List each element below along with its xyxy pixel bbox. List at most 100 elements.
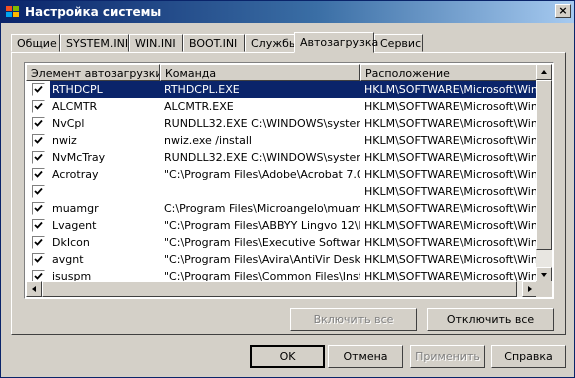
row-item: DkIcon — [52, 236, 90, 249]
close-button[interactable]: × — [555, 4, 571, 18]
row-location: HKLM\SOFTWARE\Microsoft\Windows — [364, 219, 552, 232]
check-icon — [34, 187, 43, 195]
checkbox[interactable] — [32, 219, 45, 232]
row-location: HKLM\SOFTWARE\Microsoft\Windows — [360, 81, 552, 98]
checkbox[interactable] — [32, 168, 45, 181]
table-row[interactable]: DkIcon "C:\Program Files\Executive Softw… — [26, 234, 552, 251]
row-command: "C:\Program Files\Adobe\Acrobat 7.0... — [164, 168, 360, 181]
row-location: HKLM\SOFTWARE\Microsoft\Windows — [364, 117, 552, 130]
check-icon — [34, 153, 43, 161]
system-config-window: Настройка системы × Общие SYSTEM.INI WIN… — [0, 0, 575, 378]
check-icon — [34, 238, 43, 246]
disable-all-button[interactable]: Отключить все — [427, 308, 554, 331]
checkbox[interactable] — [32, 134, 45, 147]
tab-general[interactable]: Общие — [11, 34, 60, 52]
help-button[interactable]: Справка — [491, 345, 566, 368]
table-row[interactable]: nwiz nwiz.exe /install HKLM\SOFTWARE\Mic… — [26, 132, 552, 149]
row-item: NvCpl — [52, 117, 85, 130]
column-header-item[interactable]: Элемент автозагрузки — [26, 64, 160, 81]
row-item: RTHDCPL — [50, 81, 160, 98]
horizontal-scroll-thumb[interactable] — [42, 281, 517, 297]
table-row[interactable]: Acrotray "C:\Program Files\Adobe\Acrobat… — [26, 166, 552, 183]
vertical-scroll-thumb[interactable] — [536, 80, 552, 250]
tab-startup[interactable]: Автозагрузка — [294, 32, 378, 53]
tab-tools[interactable]: Сервис — [374, 34, 423, 52]
row-item: Lvagent — [52, 219, 97, 232]
tab-services[interactable]: Службы — [245, 34, 298, 52]
checkbox[interactable] — [32, 253, 45, 266]
row-location: HKLM\SOFTWARE\Microsoft\Windows — [364, 168, 552, 181]
check-icon — [34, 85, 43, 93]
row-item: Acrotray — [52, 168, 99, 181]
table-row[interactable]: NvMcTray RUNDLL32.EXE C:\WINDOWS\system.… — [26, 149, 552, 166]
row-location: HKLM\SOFTWARE\Microsoft\Windows — [364, 236, 552, 249]
windows-logo-icon — [6, 6, 19, 17]
close-icon: × — [558, 4, 568, 17]
check-icon — [34, 255, 43, 263]
check-icon — [34, 170, 43, 178]
tab-boot-ini[interactable]: BOOT.INI — [183, 34, 245, 52]
table-row[interactable]: muamgr C:\Program Files\Microangelo\muam… — [26, 200, 552, 217]
checkbox[interactable] — [32, 83, 45, 96]
scroll-left-button[interactable] — [26, 281, 42, 297]
list-header: Элемент автозагрузки Команда Расположени… — [26, 64, 552, 81]
row-command: RUNDLL32.EXE C:\WINDOWS\system... — [164, 151, 360, 164]
startup-panel: Элемент автозагрузки Команда Расположени… — [11, 52, 566, 335]
table-row[interactable]: Lvagent "C:\Program Files\ABBYY Lingvo 1… — [26, 217, 552, 234]
tab-win-ini[interactable]: WIN.INI — [129, 34, 183, 52]
vertical-scrollbar[interactable] — [536, 64, 552, 283]
table-row[interactable]: HKLM\SOFTWARE\Microsoft\Windows — [26, 183, 552, 200]
arrow-left-icon — [32, 286, 36, 292]
row-command: "C:\Program Files\Avira\AntiVir Deskt... — [164, 253, 360, 266]
title-bar[interactable]: Настройка системы × — [1, 1, 574, 23]
row-location: HKLM\SOFTWARE\Microsoft\Windows — [364, 134, 552, 147]
list-rows: RTHDCPL RTHDCPL.EXE HKLM\SOFTWARE\Micros… — [26, 81, 552, 285]
checkbox[interactable] — [32, 117, 45, 130]
tab-system-ini[interactable]: SYSTEM.INI — [60, 34, 129, 52]
table-row[interactable]: NvCpl RUNDLL32.EXE C:\WINDOWS\system... … — [26, 115, 552, 132]
row-item: muamgr — [52, 202, 99, 215]
table-row[interactable]: RTHDCPL RTHDCPL.EXE HKLM\SOFTWARE\Micros… — [26, 81, 552, 98]
checkbox[interactable] — [32, 151, 45, 164]
arrow-down-icon — [541, 273, 547, 277]
check-icon — [34, 221, 43, 229]
arrow-up-icon — [541, 70, 547, 74]
row-command: "C:\Program Files\ABBYY Lingvo 12\L... — [164, 219, 360, 232]
row-location: HKLM\SOFTWARE\Microsoft\Windows — [364, 253, 552, 266]
row-location: HKLM\SOFTWARE\Microsoft\Windows — [364, 151, 552, 164]
window-title: Настройка системы — [25, 5, 162, 19]
row-command: C:\Program Files\Microangelo\muamg... — [164, 202, 360, 215]
check-icon — [34, 119, 43, 127]
cancel-button[interactable]: Отмена — [328, 345, 403, 368]
checkbox[interactable] — [32, 236, 45, 249]
scroll-corner — [536, 281, 552, 297]
column-header-location[interactable]: Расположение — [360, 64, 552, 81]
startup-list[interactable]: Элемент автозагрузки Команда Расположени… — [24, 62, 554, 299]
row-command: RUNDLL32.EXE C:\WINDOWS\system... — [164, 117, 360, 130]
row-command: "C:\Program Files\Executive Software... — [164, 236, 360, 249]
check-icon — [34, 204, 43, 212]
row-location: HKLM\SOFTWARE\Microsoft\Windows — [364, 202, 552, 215]
scroll-up-button[interactable] — [536, 64, 552, 80]
row-item: NvMcTray — [52, 151, 106, 164]
check-icon — [34, 102, 43, 110]
row-item: avgnt — [52, 253, 84, 266]
row-command: nwiz.exe /install — [164, 134, 252, 147]
checkbox[interactable] — [32, 185, 45, 198]
column-header-command[interactable]: Команда — [160, 64, 360, 81]
row-command: ALCMTR.EXE — [164, 100, 234, 113]
apply-button[interactable]: Применить — [410, 345, 485, 368]
row-item: nwiz — [52, 134, 77, 147]
horizontal-scrollbar[interactable] — [26, 281, 538, 297]
row-location: HKLM\SOFTWARE\Microsoft\Windows — [364, 100, 552, 113]
checkbox[interactable] — [32, 202, 45, 215]
enable-all-button[interactable]: Включить все — [290, 308, 417, 331]
table-row[interactable]: ALCMTR ALCMTR.EXE HKLM\SOFTWARE\Microsof… — [26, 98, 552, 115]
checkbox[interactable] — [32, 100, 45, 113]
row-command: RTHDCPL.EXE — [160, 81, 360, 98]
arrow-right-icon — [528, 286, 532, 292]
check-icon — [34, 136, 43, 144]
ok-button[interactable]: OK — [250, 345, 325, 368]
table-row[interactable]: avgnt "C:\Program Files\Avira\AntiVir De… — [26, 251, 552, 268]
row-item: ALCMTR — [52, 100, 98, 113]
